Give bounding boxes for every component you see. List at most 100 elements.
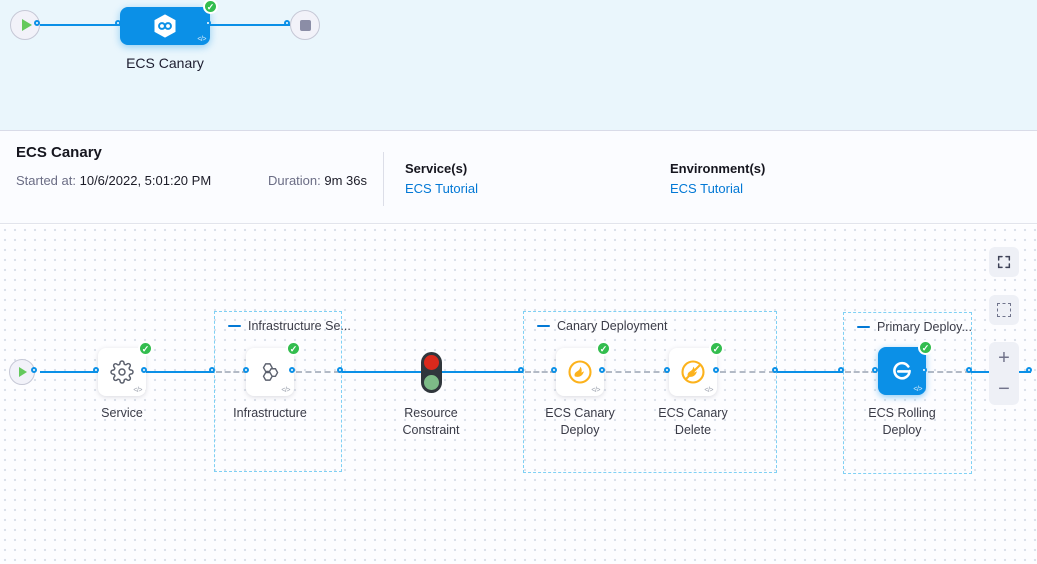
node-infrastructure[interactable]: ✓ </> — [246, 348, 294, 396]
group-label-infrastructure[interactable]: Infrastructure Se... — [228, 319, 351, 333]
connector-dot — [243, 367, 249, 373]
connector-line — [146, 371, 214, 373]
connector-dot — [966, 367, 972, 373]
node-service[interactable]: ✓ </> — [98, 348, 146, 396]
group-label-text: Primary Deploy... — [877, 320, 972, 334]
connector-dot — [205, 20, 211, 26]
group-label-canary-deployment[interactable]: Canary Deployment — [537, 319, 667, 333]
connector-dot — [664, 367, 670, 373]
code-badge-icon: </> — [591, 387, 600, 394]
started-at: Started at: 10/6/2022, 5:01:20 PM — [16, 173, 211, 188]
connector-line — [40, 371, 98, 373]
environments-label: Environment(s) — [670, 161, 765, 176]
connector-line — [777, 371, 843, 373]
pipeline-banner: </> ✓ ECS Canary — [0, 0, 1037, 131]
environments-block: Environment(s) ECS Tutorial — [670, 161, 765, 196]
hexagons-icon — [257, 359, 283, 385]
environments-link[interactable]: ECS Tutorial — [670, 181, 765, 196]
code-badge-icon: </> — [704, 387, 713, 394]
play-icon — [19, 367, 27, 377]
ecs-rolling-icon — [889, 358, 915, 384]
code-badge-icon: </> — [133, 387, 142, 394]
connector-line-dashed — [720, 371, 775, 373]
gear-icon — [110, 360, 134, 384]
collapse-dash-icon — [857, 326, 870, 329]
connector-dot — [772, 367, 778, 373]
zoom-out-button[interactable]: − — [998, 379, 1010, 399]
node-resource-constraint[interactable] — [421, 352, 442, 393]
canary-icon — [566, 358, 594, 386]
success-badge: ✓ — [918, 340, 933, 355]
fullscreen-icon — [996, 254, 1012, 270]
pipeline-stage-node[interactable]: </> ✓ — [120, 7, 210, 45]
node-ecs-rolling-deploy[interactable]: ✓ </> — [878, 347, 926, 395]
connector-dot — [31, 367, 37, 373]
connector-line — [342, 371, 421, 373]
duration-label: Duration: — [268, 173, 321, 188]
duration-value: 9m 36s — [324, 173, 367, 188]
node-ecs-canary-deploy[interactable]: ✓ </> — [556, 348, 604, 396]
zoom-controls: + − — [989, 342, 1019, 405]
connector-dot — [34, 20, 40, 26]
node-label: ECS Canary Delete — [641, 405, 745, 439]
node-label: Service — [70, 405, 174, 422]
pipeline-stop-button[interactable] — [290, 10, 320, 40]
execution-title: ECS Canary — [16, 144, 102, 161]
connector-line-dashed — [296, 371, 340, 373]
code-badge-icon: </> — [197, 36, 206, 43]
connector-dot — [838, 367, 844, 373]
success-badge: ✓ — [286, 341, 301, 356]
fullscreen-button[interactable] — [989, 247, 1019, 277]
connector-dot — [141, 367, 147, 373]
play-icon — [22, 19, 32, 31]
connector-dot — [289, 367, 295, 373]
connector-line-dashed — [928, 371, 971, 373]
zoom-in-button[interactable]: + — [998, 348, 1010, 368]
node-ecs-canary-delete[interactable]: ✓ </> — [669, 348, 717, 396]
selection-tool-button[interactable] — [989, 295, 1019, 325]
pipeline-hexagon-icon — [151, 12, 179, 40]
pipeline-stage-label: ECS Canary — [105, 55, 225, 71]
connector-line — [40, 24, 120, 26]
services-block: Service(s) ECS Tutorial — [405, 161, 478, 196]
connector-line-dashed — [606, 371, 669, 373]
connector-line — [442, 371, 523, 373]
connector-dot — [115, 20, 121, 26]
node-label: Resource Constraint — [379, 405, 483, 439]
canary-delete-icon — [679, 358, 707, 386]
connector-dot — [337, 367, 343, 373]
connector-dot — [599, 367, 605, 373]
connector-dot — [209, 367, 215, 373]
execution-info-bar: ECS Canary Started at: 10/6/2022, 5:01:2… — [0, 131, 1037, 224]
node-label: Infrastructure — [218, 405, 322, 422]
started-at-label: Started at: — [16, 173, 76, 188]
connector-dot — [551, 367, 557, 373]
connector-dot — [872, 367, 878, 373]
collapse-dash-icon — [228, 325, 241, 328]
success-badge: ✓ — [709, 341, 724, 356]
group-label-text: Infrastructure Se... — [248, 319, 351, 333]
group-label-text: Canary Deployment — [557, 319, 667, 333]
success-badge: ✓ — [203, 0, 218, 14]
info-divider — [383, 152, 384, 206]
node-label: ECS Rolling Deploy — [850, 405, 954, 439]
started-at-value: 10/6/2022, 5:01:20 PM — [80, 173, 212, 188]
code-badge-icon: </> — [281, 387, 290, 394]
selection-icon — [997, 303, 1011, 317]
traffic-light-green-icon — [424, 375, 439, 390]
code-badge-icon: </> — [913, 386, 922, 393]
duration: Duration: 9m 36s — [268, 173, 367, 188]
success-badge: ✓ — [138, 341, 153, 356]
execution-graph-canvas[interactable]: Infrastructure Se... Canary Deployment P… — [0, 225, 1037, 564]
traffic-light-red-icon — [424, 355, 439, 370]
connector-line — [210, 24, 290, 26]
connector-dot — [284, 20, 290, 26]
connector-dot — [1026, 367, 1032, 373]
success-badge: ✓ — [596, 341, 611, 356]
connector-dot — [921, 367, 927, 373]
group-label-primary-deployment[interactable]: Primary Deploy... — [857, 320, 972, 334]
services-link[interactable]: ECS Tutorial — [405, 181, 478, 196]
connector-dot — [93, 367, 99, 373]
stop-icon — [300, 20, 311, 31]
services-label: Service(s) — [405, 161, 478, 176]
